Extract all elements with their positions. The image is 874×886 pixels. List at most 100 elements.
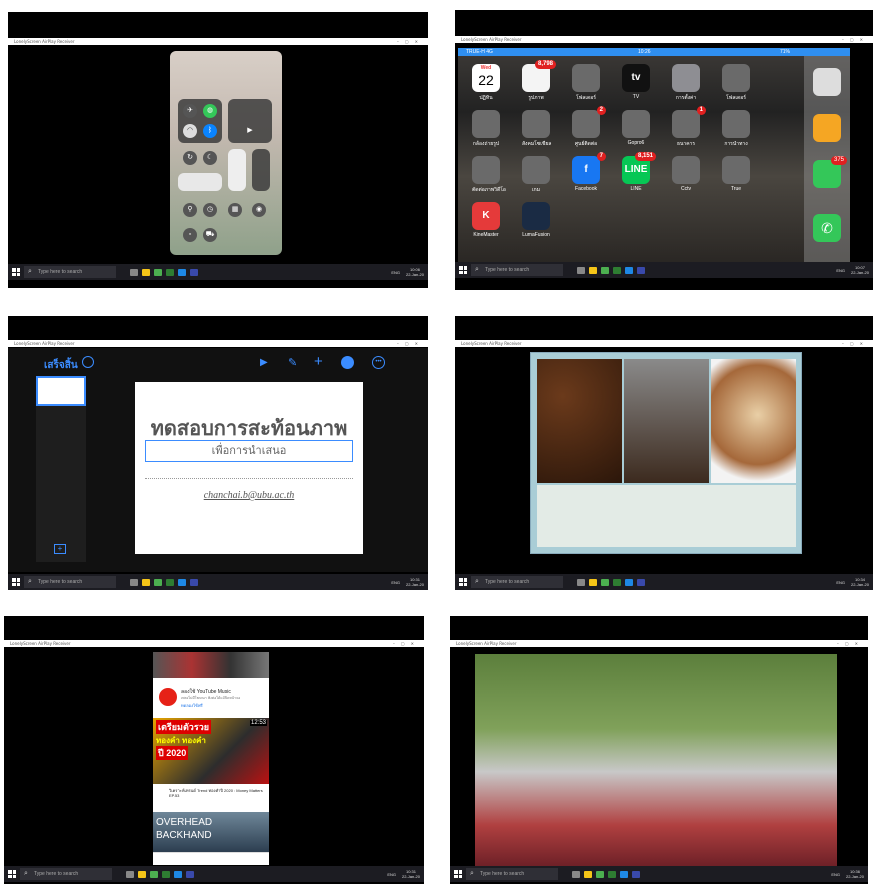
search-box[interactable]: Type here to search <box>24 576 116 588</box>
app-label: เกม <box>531 187 541 193</box>
app-label: ตัดต่อภาพวิดีโอ <box>472 187 506 193</box>
start-icon[interactable] <box>8 870 16 878</box>
window-controls[interactable]: –▢✕ <box>393 640 420 647</box>
app-icon[interactable]: 2 ศูนย์ติดต่อ <box>572 106 606 148</box>
windows-taskbar: Type here to search ENG10:0722-Jan-20 <box>455 262 873 278</box>
taskbar-apps[interactable] <box>130 268 198 276</box>
video-title[interactable]: วิเคราะห์เทรนด์ Trend ทองคำปี 2020 : Mon… <box>169 788 265 798</box>
collaborate-icon[interactable] <box>341 356 354 369</box>
app-icon[interactable]: โฟลเดอร์ <box>572 64 600 102</box>
app-icon[interactable]: 8,798 รูปภาพ <box>522 60 556 102</box>
app-icon[interactable]: โฟลเดอร์ <box>722 64 750 102</box>
app-icon[interactable]: LINE 8,151 LINE <box>622 152 656 192</box>
app-icon[interactable]: LumaFusion <box>522 202 550 238</box>
app-icon[interactable]: ตัดต่อภาพวิดีโอ <box>472 156 506 194</box>
volume-slider[interactable] <box>252 149 270 191</box>
taskbar-apps[interactable] <box>577 578 645 586</box>
remote-icon[interactable]: ▫ <box>183 228 197 242</box>
app-label: Gopro6 <box>627 140 645 146</box>
start-icon[interactable] <box>12 268 20 276</box>
taskbar-apps[interactable] <box>130 578 198 586</box>
start-icon[interactable] <box>12 578 20 586</box>
app-icon[interactable]: สังคมโซเชียล <box>522 110 551 148</box>
slide-subtitle[interactable]: เพื่อการนำเสนอ <box>145 440 353 462</box>
window-titlebar: LonelyScreen AirPlay Receiver –▢✕ <box>455 340 873 347</box>
cellular-icon[interactable]: ◍ <box>203 104 217 118</box>
search-box[interactable]: Type here to search <box>471 264 563 276</box>
ios-dock: 375 ✆ <box>804 56 850 262</box>
window-title: LonelyScreen AirPlay Receiver <box>461 341 522 346</box>
window-controls[interactable]: –▢✕ <box>397 38 424 45</box>
play-icon[interactable]: ▶ <box>260 357 268 368</box>
screen-mirroring-tile[interactable] <box>178 173 222 191</box>
window-title: LonelyScreen AirPlay Receiver <box>456 641 517 646</box>
dock-app[interactable] <box>813 114 841 142</box>
bluetooth-icon[interactable]: ᛒ <box>203 124 217 138</box>
brush-icon[interactable]: ✎ <box>288 356 297 369</box>
search-box[interactable]: Type here to search <box>20 868 112 880</box>
second-video-thumbnail[interactable]: OVERHEAD BACKHAND <box>153 812 269 852</box>
dock-camera[interactable] <box>813 68 841 96</box>
rotation-lock-icon[interactable]: ↻ <box>183 151 197 165</box>
start-icon[interactable] <box>454 870 462 878</box>
app-label: ธนาคาร <box>676 141 696 147</box>
app-icon[interactable]: K KineMaster <box>472 202 500 238</box>
slide-canvas[interactable]: ทดสอบการสะท้อนภาพ เพื่อการนำเสนอ chancha… <box>135 382 363 554</box>
app-icon[interactable]: Cctv <box>672 156 700 192</box>
brightness-slider[interactable] <box>228 149 246 191</box>
more-icon[interactable]: ••• <box>372 356 385 369</box>
search-box[interactable]: Type here to search <box>466 868 558 880</box>
window-controls[interactable]: –▢✕ <box>837 640 864 647</box>
app-icon[interactable]: เกม <box>522 156 550 194</box>
calculator-icon[interactable]: ▦ <box>228 203 242 217</box>
add-slide-button[interactable]: + <box>54 544 66 554</box>
yt-try-link[interactable]: ทดลองใช้ฟรี <box>181 702 203 709</box>
app-icon[interactable]: f 7 Facebook <box>572 152 606 192</box>
search-box[interactable]: Type here to search <box>471 576 563 588</box>
done-button[interactable]: เสร็จสิ้น <box>44 358 78 373</box>
wifi-icon[interactable]: ◠ <box>183 124 197 138</box>
ios-screen: TRUE-H 4G 10:26 71% Wed 22 ปฏิทิน 8,798 รูปภ… <box>458 48 850 262</box>
app-icon[interactable]: 1 ธนาคาร <box>672 106 706 148</box>
add-icon[interactable]: + <box>314 353 323 370</box>
windows-taskbar: Type here to search ENG10:3622-Jan-20 <box>450 866 868 882</box>
play-icon[interactable]: ▶ <box>243 124 257 138</box>
slide-email[interactable]: chanchai.b@ubu.ac.th <box>135 490 363 501</box>
app-icon[interactable]: Wed 22 ปฏิทิน <box>472 64 500 102</box>
slide-thumbnail[interactable] <box>36 376 86 406</box>
car-icon[interactable]: ⛟ <box>203 228 217 242</box>
taskbar-apps[interactable] <box>126 870 194 878</box>
app-label: ศูนย์ติดต่อ <box>574 141 598 147</box>
timer-icon[interactable]: ◷ <box>203 203 217 217</box>
search-box[interactable]: Type here to search <box>24 266 116 278</box>
system-tray: ENG 10:06 22-Jan-20 <box>391 267 424 277</box>
app-icon[interactable]: Gopro6 <box>622 110 650 146</box>
taskbar-apps[interactable] <box>577 266 645 274</box>
app-label: การนำทาง <box>724 141 748 147</box>
app-icon[interactable]: การนำทาง <box>722 110 750 148</box>
event-photo <box>475 654 837 868</box>
app-label: KineMaster <box>473 232 499 238</box>
app-icon[interactable]: การตั้งค่า <box>672 64 700 102</box>
start-icon[interactable] <box>459 266 467 274</box>
window-controls[interactable]: –▢✕ <box>397 340 424 347</box>
video-thumbnail[interactable]: เตรียมตัวรวย ทองคำ ทองคำ ปี 2020 12:53 <box>153 718 269 784</box>
airplane-icon[interactable]: ✈ <box>183 104 197 118</box>
window-controls[interactable]: –▢✕ <box>842 36 869 43</box>
system-tray: ENG 10:07 22-Jan-20 <box>836 265 869 275</box>
dock-phone[interactable]: ✆ <box>813 214 841 242</box>
camera-icon[interactable]: ◉ <box>252 203 266 217</box>
start-icon[interactable] <box>459 578 467 586</box>
moon-icon[interactable]: ☾ <box>203 151 217 165</box>
yt-bottom-nav[interactable] <box>153 852 269 865</box>
window-title: LonelyScreen AirPlay Receiver <box>461 37 522 42</box>
taskbar-apps[interactable] <box>572 870 640 878</box>
app-icon[interactable]: กล้องถ่ายรูป <box>472 110 500 148</box>
undo-icon[interactable] <box>82 356 94 368</box>
window-controls[interactable]: –▢✕ <box>842 340 869 347</box>
app-icon[interactable]: tv TV <box>622 64 650 100</box>
dock-messages[interactable]: 375 <box>813 156 847 188</box>
app-icon[interactable]: True <box>722 156 750 192</box>
app-label: โฟลเดอร์ <box>726 95 746 101</box>
flashlight-icon[interactable]: ⚲ <box>183 203 197 217</box>
